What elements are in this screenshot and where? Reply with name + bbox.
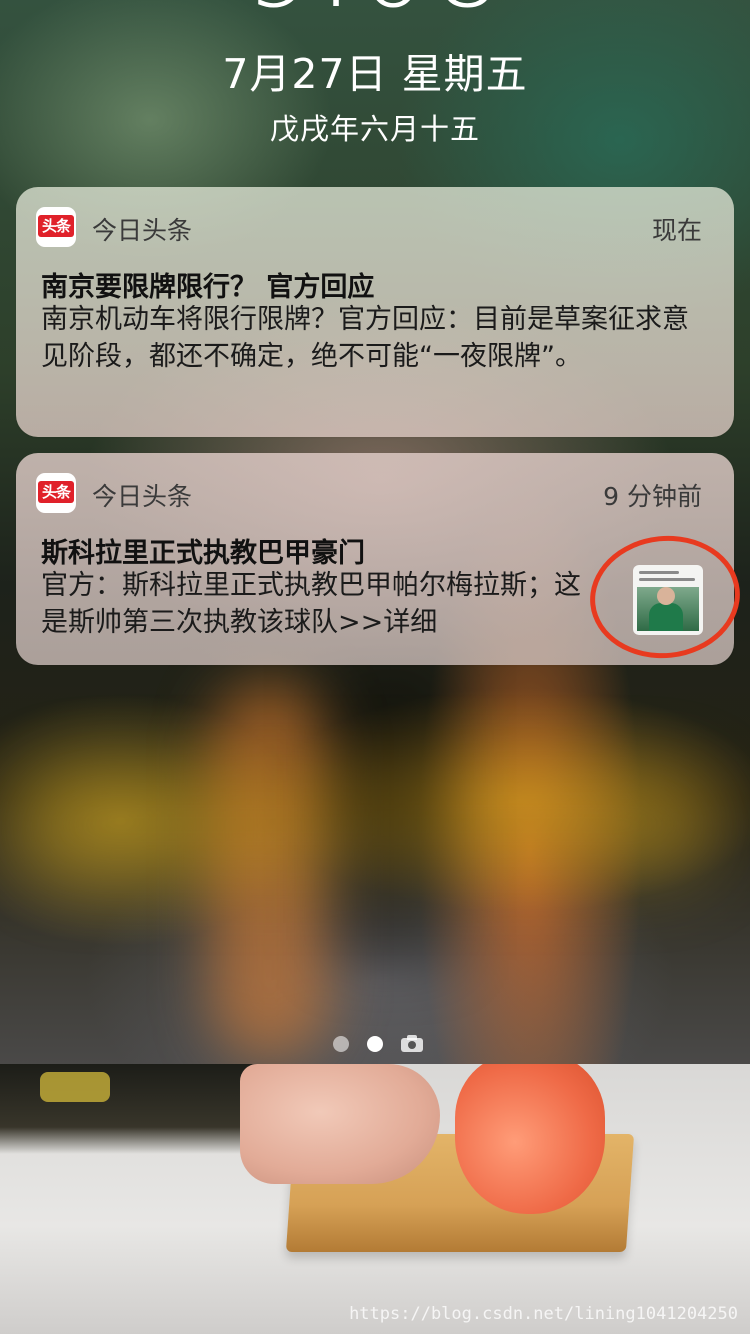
toutiao-app-icon-label: 头条 xyxy=(38,215,74,237)
page-indicator xyxy=(0,1034,750,1054)
notification-title: 南京要限牌限行？ 官方回应 xyxy=(41,272,375,303)
notification-time: 现在 xyxy=(651,216,702,245)
notification-header: 头条 今日头条 现在 xyxy=(36,207,702,247)
notification-app-name: 今日头条 xyxy=(92,216,193,245)
wallpaper-blurred-text xyxy=(330,968,354,1003)
notification-app-name: 今日头条 xyxy=(92,482,193,511)
page-dot xyxy=(333,1036,349,1052)
notification-body: 官方：斯科拉里正式执教巴甲帕尔梅拉斯；这是斯帅第三次执教该球队>>详细 xyxy=(41,570,581,638)
camera-preview-photo: https://blog.csdn.net/lining1041204250 xyxy=(0,1064,750,1334)
watermark-text: https://blog.csdn.net/lining1041204250 xyxy=(349,1304,738,1324)
wallpaper-blur-shadow xyxy=(330,660,450,960)
camera-icon-lens xyxy=(408,1041,416,1049)
toutiao-app-icon: 头条 xyxy=(36,473,76,513)
lockscreen-clock: 9:08 xyxy=(0,0,750,23)
notification-body: 南京机动车将限行限牌？官方回应：目前是草案征求意见阶段，都还不确定，绝不可能“一… xyxy=(41,304,689,372)
notification-time: 9 分钟前 xyxy=(603,482,702,511)
lockscreen-lunar-date: 戊戌年六月十五 xyxy=(269,112,480,146)
photo-yellow-stripe xyxy=(40,1072,110,1102)
lockscreen-date: 7月27日 星期五 xyxy=(222,50,528,98)
photo-hand xyxy=(240,1064,440,1184)
notification-card-1[interactable]: 头条 今日头条 现在 南京要限牌限行？ 官方回应 南京机动车将限行限牌？官方回应… xyxy=(16,187,734,437)
notification-title: 斯科拉里正式执教巴甲豪门 xyxy=(41,538,365,569)
photo-orange-object xyxy=(455,1064,605,1214)
toutiao-app-icon-label: 头条 xyxy=(38,481,74,503)
toutiao-app-icon: 头条 xyxy=(36,207,76,247)
notification-header: 头条 今日头条 9 分钟前 xyxy=(36,473,702,513)
camera-icon[interactable] xyxy=(401,1034,423,1052)
page-dot-active xyxy=(367,1036,383,1052)
